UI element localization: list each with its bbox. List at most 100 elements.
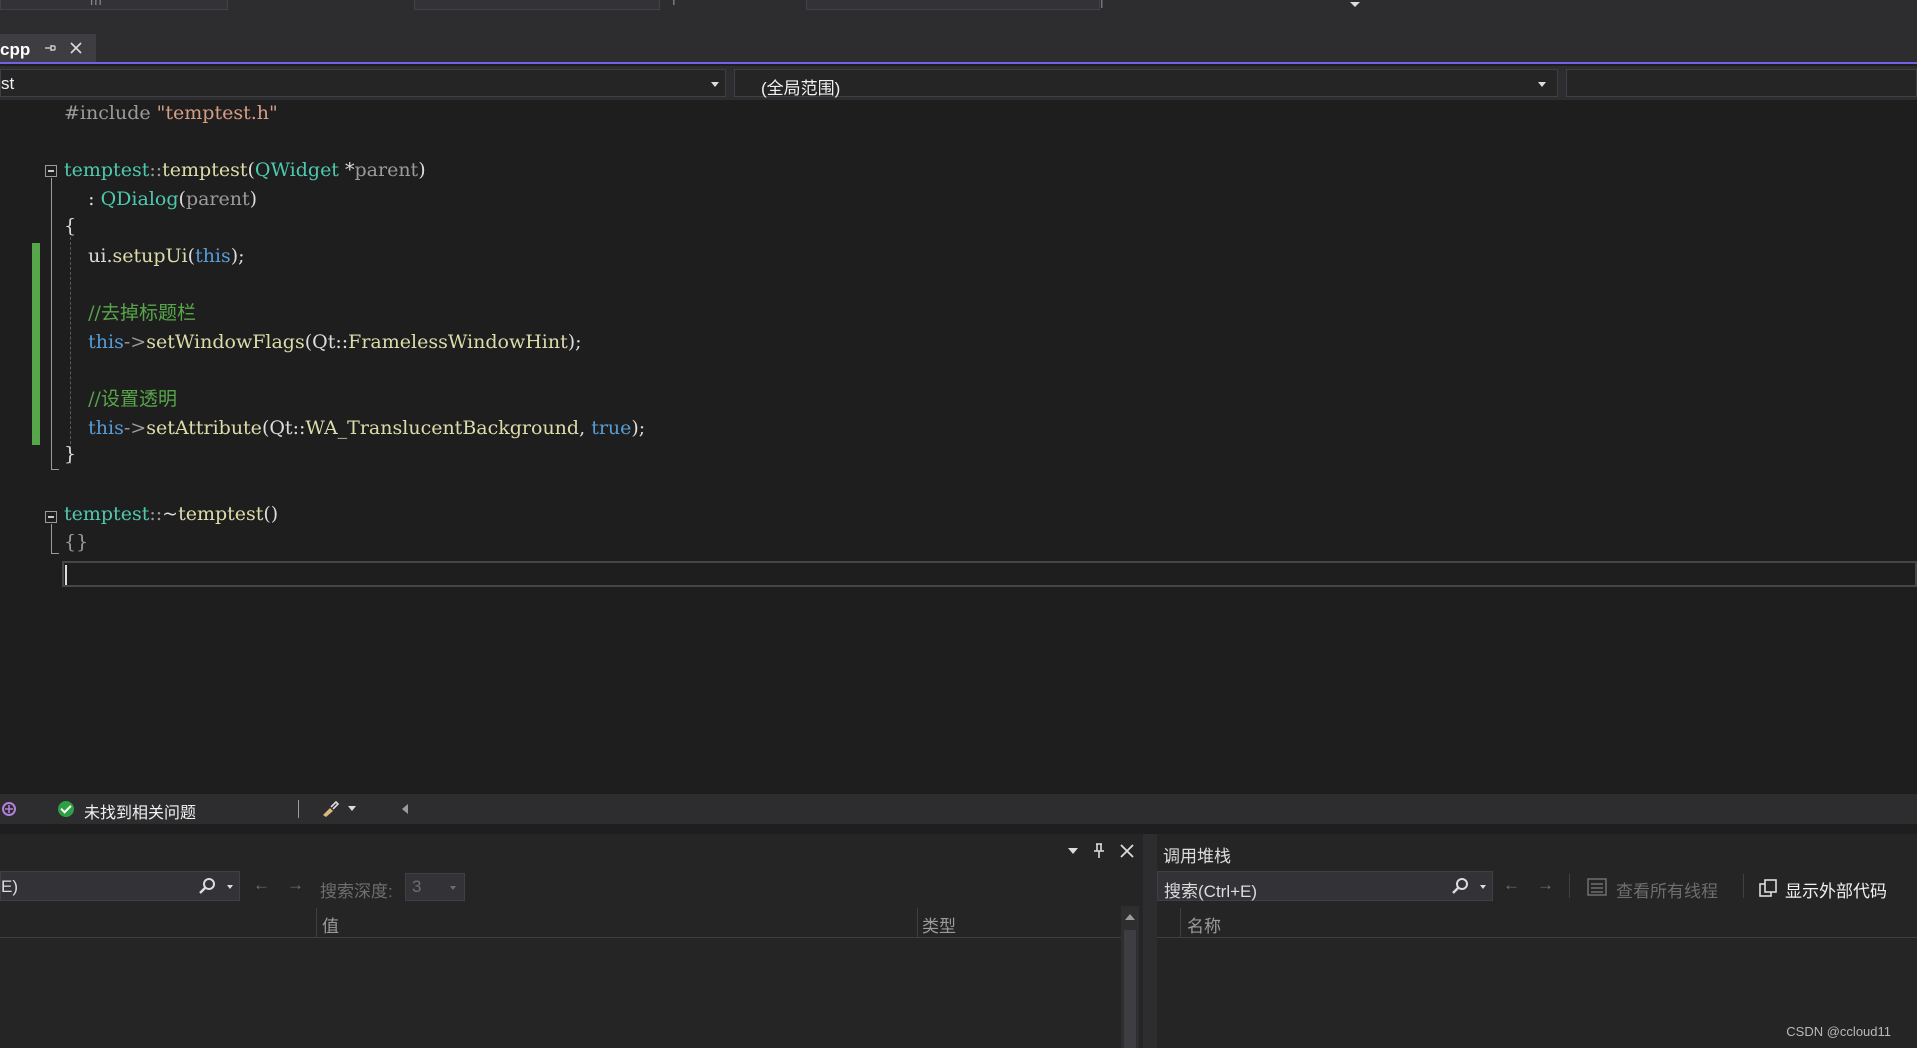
scroll-up-icon[interactable] (1125, 914, 1135, 920)
code-token: { (64, 215, 77, 237)
code-line: } (64, 440, 76, 468)
stack-frame-combo[interactable] (806, 0, 1100, 10)
call-stack-title[interactable]: 调用堆栈 (1163, 842, 1231, 867)
code-token: } (64, 443, 77, 465)
change-indicator-bar (32, 243, 40, 445)
scroll-left-icon[interactable] (402, 804, 408, 814)
code-line: this->setAttribute(Qt::WA_TranslucentBac… (64, 414, 645, 442)
code-token: ( (247, 159, 255, 181)
header-separator (0, 937, 1122, 938)
collapse-icon[interactable] (45, 165, 57, 177)
chevron-down-icon[interactable] (1480, 885, 1486, 889)
code-token: ( (187, 245, 196, 267)
code-token: setupUi (112, 245, 188, 267)
search-icon[interactable] (1452, 877, 1470, 895)
code-token: :: (149, 503, 163, 525)
code-comment: //设置透明 (64, 388, 177, 410)
member-scope-value: (全局范围) (761, 79, 841, 98)
debug-panels: E) ← → 搜索深度: 3 值 类型 调用堆栈 搜索(Ctrl+E) ← → … (0, 834, 1917, 1048)
column-header-name[interactable]: 名称 (1187, 912, 1221, 937)
column-divider[interactable] (316, 908, 317, 938)
column-header-type[interactable]: 类型 (922, 912, 956, 937)
close-icon[interactable] (1120, 844, 1134, 858)
pin-icon[interactable] (1092, 843, 1106, 859)
panel-splitter[interactable] (1143, 834, 1157, 1048)
close-icon[interactable] (70, 42, 82, 54)
tab-label: cpp (0, 40, 31, 59)
column-divider[interactable] (917, 908, 918, 938)
code-token: {} (64, 531, 89, 553)
vertical-scrollbar[interactable] (1121, 906, 1139, 1048)
code-token: #include (64, 102, 157, 124)
code-token: temptest (64, 159, 150, 181)
locals-panel: E) ← → 搜索深度: 3 值 类型 (0, 834, 1143, 1048)
code-token: "temptest.h" (156, 102, 278, 124)
code-line: //去掉标题栏 (64, 299, 196, 327)
show-external-code-button[interactable]: 显示外部代码 (1785, 877, 1887, 902)
scrollbar-thumb[interactable] (1124, 930, 1136, 1048)
code-token: true (591, 417, 632, 439)
divider (298, 800, 299, 818)
current-line-highlight (62, 561, 1917, 587)
chevron-down-icon (1538, 82, 1546, 87)
code-comment: //去掉标题栏 (64, 302, 196, 324)
search-icon[interactable] (199, 877, 217, 895)
project-scope-dropdown[interactable]: st (0, 69, 726, 97)
startup-item-combo[interactable] (414, 0, 660, 10)
code-token: ) (249, 188, 258, 210)
code-line: { (64, 212, 76, 240)
code-token: Qt:: (269, 417, 306, 439)
issues-status[interactable]: 未找到相关问题 (84, 799, 196, 823)
solution-config-combo[interactable] (0, 0, 228, 10)
column-header-value[interactable]: 值 (322, 912, 339, 937)
search-depth-select[interactable]: 3 (405, 873, 465, 901)
locals-search-value: E) (1, 877, 18, 896)
chevron-down-icon[interactable] (1350, 2, 1360, 7)
arrow-right-icon[interactable]: → (1537, 875, 1554, 895)
arrow-left-icon[interactable]: ← (1503, 875, 1520, 895)
cleanup-brush-icon[interactable] (320, 800, 342, 818)
search-depth-label: 搜索深度: (320, 882, 393, 901)
code-token: ); (631, 417, 646, 439)
document-tab-strip: cpp (0, 30, 1917, 64)
code-token: ( (178, 188, 186, 210)
chevron-down-icon[interactable] (227, 885, 233, 889)
code-token: -> (123, 417, 147, 439)
code-token: temptest (178, 503, 264, 525)
intellicode-icon[interactable] (0, 800, 18, 818)
code-token: this (64, 417, 124, 439)
call-stack-search-input[interactable]: 搜索(Ctrl+E) (1157, 871, 1493, 901)
member-scope-dropdown[interactable]: (全局范围) (734, 69, 1558, 98)
code-token: ); (230, 245, 245, 267)
call-stack-panel: 调用堆栈 搜索(Ctrl+E) ← → 查看所有线程 显示外部代码 名称 (1157, 834, 1917, 1048)
chevron-down-icon (450, 886, 456, 890)
divider (1743, 874, 1744, 898)
code-editor[interactable]: #include "temptest.h" temptest::temptest… (0, 100, 1917, 794)
code-token: ui. (64, 245, 113, 267)
code-line: : QDialog(parent) (64, 185, 257, 213)
code-token: : (64, 188, 101, 210)
fold-guide-end (51, 553, 59, 554)
arrow-left-icon[interactable]: ← (253, 875, 270, 895)
locals-search-input[interactable]: E) (0, 871, 240, 901)
pin-icon[interactable] (44, 42, 56, 54)
code-token: WA_TranslucentBackground (305, 417, 580, 439)
collapse-icon[interactable] (45, 511, 57, 523)
code-token: QWidget (254, 159, 339, 181)
code-token: * (338, 159, 355, 181)
chevron-down-icon[interactable] (1068, 848, 1078, 854)
arrow-right-icon[interactable]: → (287, 875, 304, 895)
view-all-threads-button[interactable]: 查看所有线程 (1616, 877, 1718, 902)
text-caret (65, 565, 67, 585)
function-dropdown[interactable] (1566, 69, 1917, 97)
call-stack-search-placeholder: 搜索(Ctrl+E) (1164, 882, 1258, 901)
code-token: () (263, 503, 279, 525)
fold-guide-end (51, 469, 59, 470)
code-line: {} (64, 528, 88, 556)
tab-temptest-cpp[interactable]: cpp (0, 34, 96, 62)
external-code-icon[interactable] (1758, 878, 1778, 898)
column-divider[interactable] (1180, 908, 1181, 938)
code-token: parent (185, 188, 250, 210)
chevron-down-icon[interactable] (348, 806, 356, 811)
threads-icon[interactable] (1587, 877, 1607, 897)
